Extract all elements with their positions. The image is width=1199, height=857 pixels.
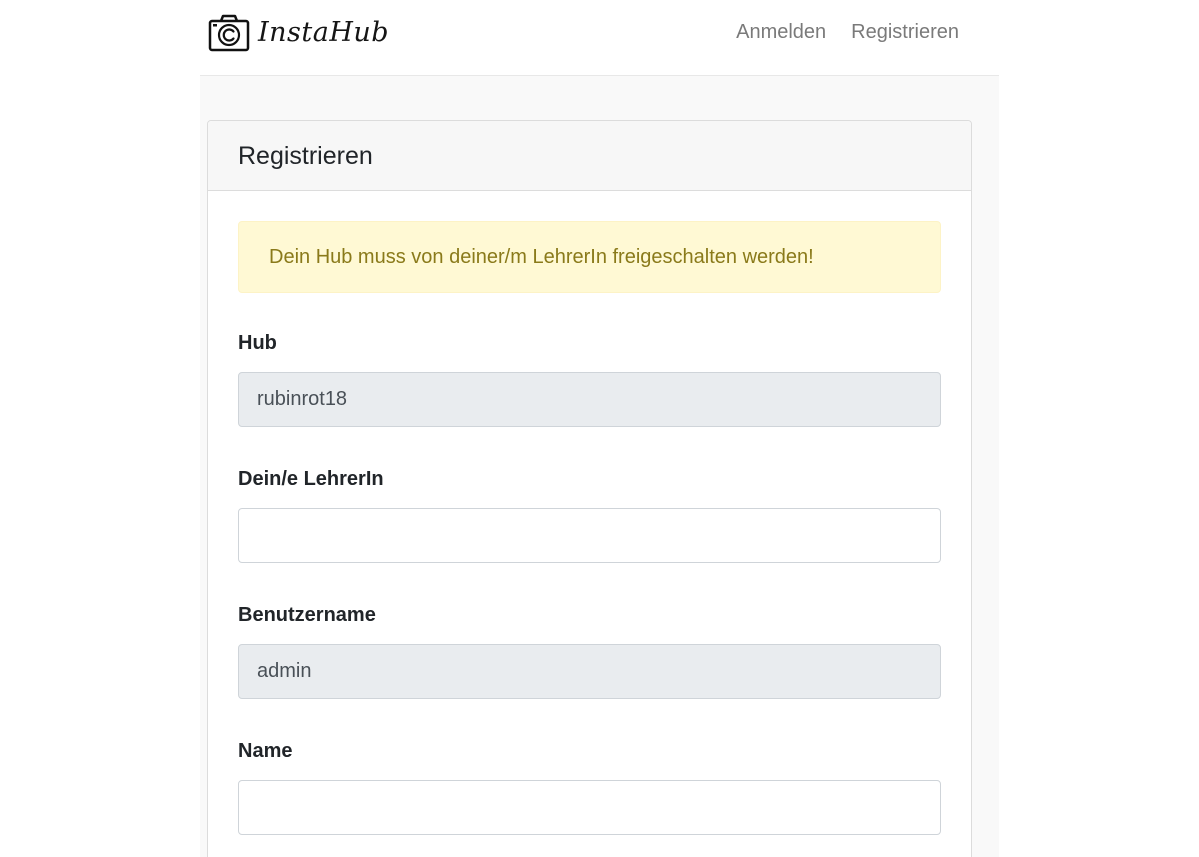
form-group-hub: Hub — [238, 331, 941, 427]
card-header: Registrieren — [208, 121, 971, 191]
nav-links: Anmelden Registrieren — [736, 18, 959, 46]
brand-link[interactable]: InstaHub — [208, 13, 389, 53]
brand-name: InstaHub — [258, 17, 390, 48]
form-group-teacher: Dein/e LehrerIn — [238, 467, 941, 563]
hub-field[interactable] — [238, 372, 941, 427]
card-body: Dein Hub muss von deiner/m LehrerIn frei… — [208, 191, 971, 835]
username-field[interactable] — [238, 644, 941, 699]
page: InstaHub Anmelden Registrieren Registrie… — [0, 0, 1199, 857]
warning-alert: Dein Hub muss von deiner/m LehrerIn frei… — [238, 221, 941, 293]
card-title: Registrieren — [238, 142, 373, 170]
register-card: Registrieren Dein Hub muss von deiner/m … — [207, 120, 972, 857]
form-group-username: Benutzername — [238, 603, 941, 699]
navbar: InstaHub Anmelden Registrieren — [200, 0, 999, 76]
camera-icon — [208, 14, 250, 52]
teacher-field[interactable] — [238, 508, 941, 563]
nav-link-register[interactable]: Registrieren — [851, 18, 959, 46]
name-label: Name — [238, 740, 293, 762]
name-field[interactable] — [238, 780, 941, 835]
main-content: Registrieren Dein Hub muss von deiner/m … — [200, 76, 999, 857]
nav-link-login[interactable]: Anmelden — [736, 18, 826, 46]
form-group-name: Name — [238, 739, 941, 835]
username-label: Benutzername — [238, 604, 376, 626]
hub-label: Hub — [238, 332, 277, 354]
teacher-label: Dein/e LehrerIn — [238, 468, 384, 490]
